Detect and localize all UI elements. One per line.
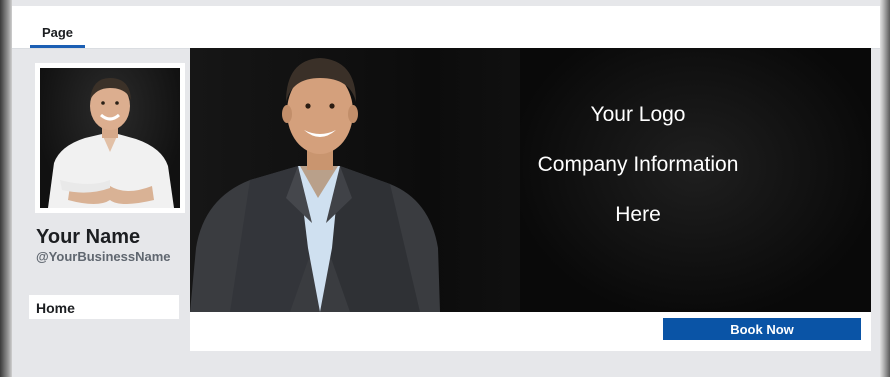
left-edge-shadow	[0, 0, 12, 377]
cover-card: Your Logo Company Information Here Book …	[190, 48, 871, 351]
cover-photo: Your Logo Company Information Here	[190, 48, 871, 312]
cover-logo-text: Your Logo	[590, 103, 686, 126]
nav-item-home[interactable]: Home	[29, 295, 179, 319]
cover-background-glow	[520, 48, 871, 312]
cover-person-illustration	[190, 58, 440, 312]
right-edge-shadow	[880, 0, 890, 377]
profile-handle: @YourBusinessName	[36, 249, 171, 264]
book-now-button[interactable]: Book Now	[663, 318, 861, 340]
profile-picture	[40, 68, 180, 208]
profile-picture-frame[interactable]	[35, 63, 185, 213]
cover-here-text: Here	[615, 203, 661, 226]
tab-page[interactable]: Page	[30, 6, 85, 48]
profile-person-illustration	[48, 78, 174, 208]
profile-name: Your Name	[36, 226, 141, 248]
cover-company-info-text: Company Information	[537, 153, 739, 176]
tab-bar: Page	[12, 6, 880, 49]
